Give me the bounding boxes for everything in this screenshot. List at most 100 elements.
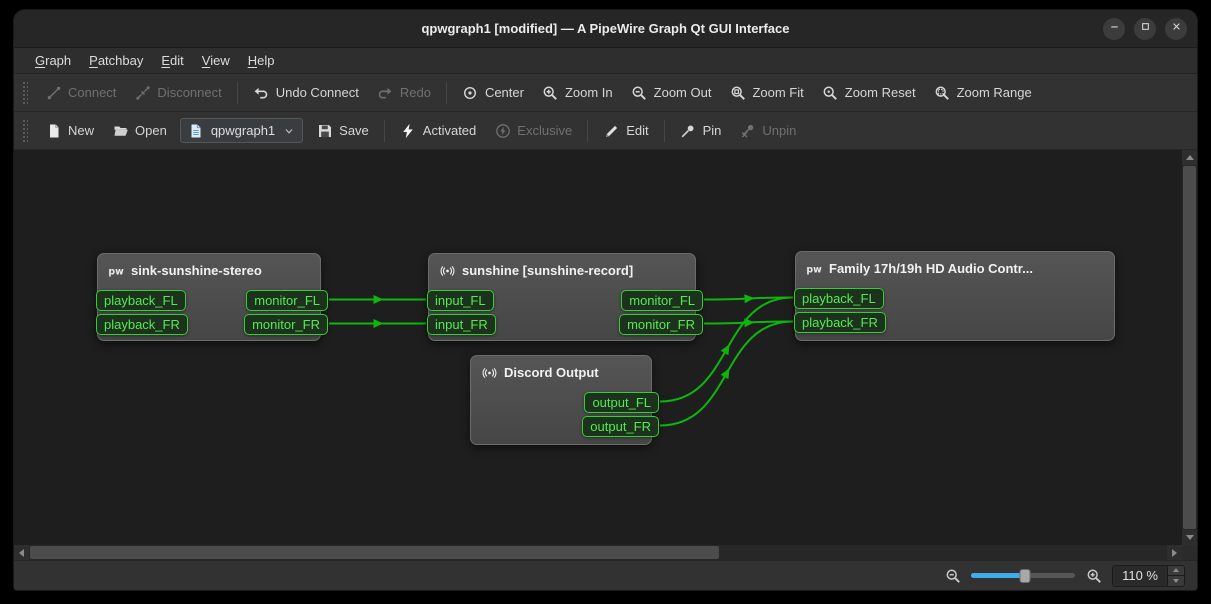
graph-canvas-area: pwsink-sunshine-stereoplayback_FLplaybac… <box>14 150 1197 560</box>
menu-patchbay[interactable]: Patchbay <box>80 50 152 71</box>
zoom-spin-buttons <box>1167 566 1184 586</box>
toolbar-button-zoom-fit[interactable]: Zoom Fit <box>720 79 812 106</box>
port-input-fl[interactable]: input_FL <box>427 290 494 311</box>
toolbar-button-zoom-out[interactable]: Zoom Out <box>622 79 721 106</box>
scroll-up-button[interactable] <box>1182 150 1197 165</box>
minimize-button[interactable] <box>1103 18 1125 40</box>
toolbar-button-label: Save <box>339 123 369 138</box>
toolbar-button-pin[interactable]: Pin <box>671 117 731 144</box>
toolbar-separator <box>384 120 385 142</box>
redo-icon <box>377 84 394 101</box>
port-monitor-fr[interactable]: monitor_FR <box>619 314 703 335</box>
patchbay-file-icon <box>188 122 205 139</box>
port-input-fr[interactable]: input_FR <box>427 314 496 335</box>
close-button[interactable] <box>1165 18 1187 40</box>
node-family-audio[interactable]: pwFamily 17h/19h HD Audio Contr...playba… <box>795 251 1115 341</box>
zoom-spin-up[interactable] <box>1168 566 1184 576</box>
connection-arrow-icon <box>374 295 384 304</box>
zoom-spinbox: 110 % <box>1112 565 1185 587</box>
toolbar-button-open[interactable]: Open <box>103 117 176 144</box>
port-playback-fl[interactable]: playback_FL <box>96 290 186 311</box>
port-monitor-fl[interactable]: monitor_FL <box>621 290 703 311</box>
window-title: qpwgraph1 [modified] — A PipeWire Graph … <box>421 21 789 36</box>
toolbar-button-connect: Connect <box>36 79 125 106</box>
port-monitor-fr[interactable]: monitor_FR <box>244 314 328 335</box>
toolbar-button-zoom-range[interactable]: Zoom Range <box>925 79 1041 106</box>
port-playback-fl[interactable]: playback_FL <box>794 288 884 309</box>
menu-graph[interactable]: Graph <box>26 50 80 71</box>
zoom-slider[interactable] <box>971 573 1075 578</box>
ports-right: monitor_FL monitor_FR <box>619 290 703 335</box>
title-bar[interactable]: qpwgraph1 [modified] — A PipeWire Graph … <box>14 10 1197 48</box>
node-title: Discord Output <box>504 365 599 380</box>
zoom-in-icon[interactable] <box>1085 567 1102 584</box>
open-icon <box>112 122 129 139</box>
toolbar-button-edit[interactable]: Edit <box>594 117 657 144</box>
maximize-icon <box>1139 20 1152 38</box>
connection-arrow-icon <box>744 294 754 303</box>
toolbar-button-label: Undo Connect <box>276 85 359 100</box>
maximize-button[interactable] <box>1134 18 1156 40</box>
audio-node-icon <box>481 364 498 381</box>
port-monitor-fl[interactable]: monitor_FL <box>246 290 328 311</box>
connections-layer <box>14 150 1182 545</box>
vertical-scrollbar[interactable] <box>1182 150 1197 545</box>
toolbar-button-label: Zoom Out <box>654 85 712 100</box>
port-output-fr[interactable]: output_FR <box>582 416 659 437</box>
toolbar-button-save[interactable]: Save <box>307 117 378 144</box>
node-sunshine[interactable]: sunshine [sunshine-record] input_FL input_… <box>428 253 696 341</box>
toolbar-button-new[interactable]: New <box>36 117 103 144</box>
toolbar-button-label: Pin <box>703 123 722 138</box>
zoom-slider-handle[interactable] <box>1020 569 1031 583</box>
toolbar-button-label: Exclusive <box>517 123 572 138</box>
zoom-fit-icon <box>729 84 746 101</box>
scroll-right-button[interactable] <box>1167 545 1182 560</box>
menu-edit[interactable]: Edit <box>152 50 192 71</box>
toolbar-button-center[interactable]: Center <box>453 79 533 106</box>
zoom-out-icon[interactable] <box>944 567 961 584</box>
port-output-fl[interactable]: output_FL <box>584 392 659 413</box>
node-title-bar: sunshine [sunshine-record] <box>429 254 695 283</box>
toolbar-handle[interactable] <box>22 119 28 143</box>
minimize-icon <box>1108 20 1121 38</box>
toolbar-button-undo-connect[interactable]: Undo Connect <box>244 79 368 106</box>
port-playback-fr[interactable]: playback_FR <box>794 312 886 333</box>
horizontal-scrollbar-thumb[interactable] <box>30 546 719 559</box>
audio-node-icon <box>439 262 456 279</box>
toolbar-button-label: Zoom Fit <box>752 85 803 100</box>
node-sink-sunshine-stereo[interactable]: pwsink-sunshine-stereoplayback_FLplaybac… <box>97 253 321 341</box>
toolbar-button-activated[interactable]: Activated <box>391 117 485 144</box>
graph-canvas[interactable]: pwsink-sunshine-stereoplayback_FLplaybac… <box>14 150 1182 545</box>
close-icon <box>1170 20 1183 38</box>
zoom-spin-down[interactable] <box>1168 575 1184 586</box>
svg-text:pw: pw <box>108 266 124 277</box>
zoom-slider-fill <box>971 573 1025 578</box>
chevron-down-icon <box>283 125 295 137</box>
zoom-reset-icon <box>822 84 839 101</box>
vertical-scrollbar-thumb[interactable] <box>1183 166 1196 529</box>
combo-value: qpwgraph1 <box>211 123 275 138</box>
disconnect-icon <box>134 84 151 101</box>
patchbay-profile-combo[interactable]: qpwgraph1 <box>180 118 303 143</box>
toolbar-button-zoom-in[interactable]: Zoom In <box>533 79 622 106</box>
svg-text:pw: pw <box>806 264 822 275</box>
toolbar-handle[interactable] <box>22 81 28 105</box>
scroll-down-button[interactable] <box>1182 530 1197 545</box>
node-discord-output[interactable]: Discord Outputoutput_FLoutput_FR <box>470 355 652 445</box>
app-window: qpwgraph1 [modified] — A PipeWire Graph … <box>14 10 1197 590</box>
menu-view[interactable]: View <box>193 50 239 71</box>
port-playback-fr[interactable]: playback_FR <box>96 314 188 335</box>
connection-arrow-icon <box>721 342 734 355</box>
ports-left: playback_FL playback_FR <box>794 288 886 333</box>
horizontal-scrollbar[interactable] <box>14 545 1182 560</box>
activated-icon <box>400 122 417 139</box>
toolbar-button-disconnect: Disconnect <box>125 79 230 106</box>
menu-help[interactable]: Help <box>239 50 284 71</box>
scroll-left-button[interactable] <box>14 545 29 560</box>
window-controls <box>1103 10 1187 47</box>
unpin-icon <box>739 122 756 139</box>
zoom-value[interactable]: 110 % <box>1113 566 1167 586</box>
toolbar-button-zoom-reset[interactable]: Zoom Reset <box>813 79 925 106</box>
toolbar-button-label: Disconnect <box>157 85 221 100</box>
arrow-down-icon <box>1173 579 1179 583</box>
